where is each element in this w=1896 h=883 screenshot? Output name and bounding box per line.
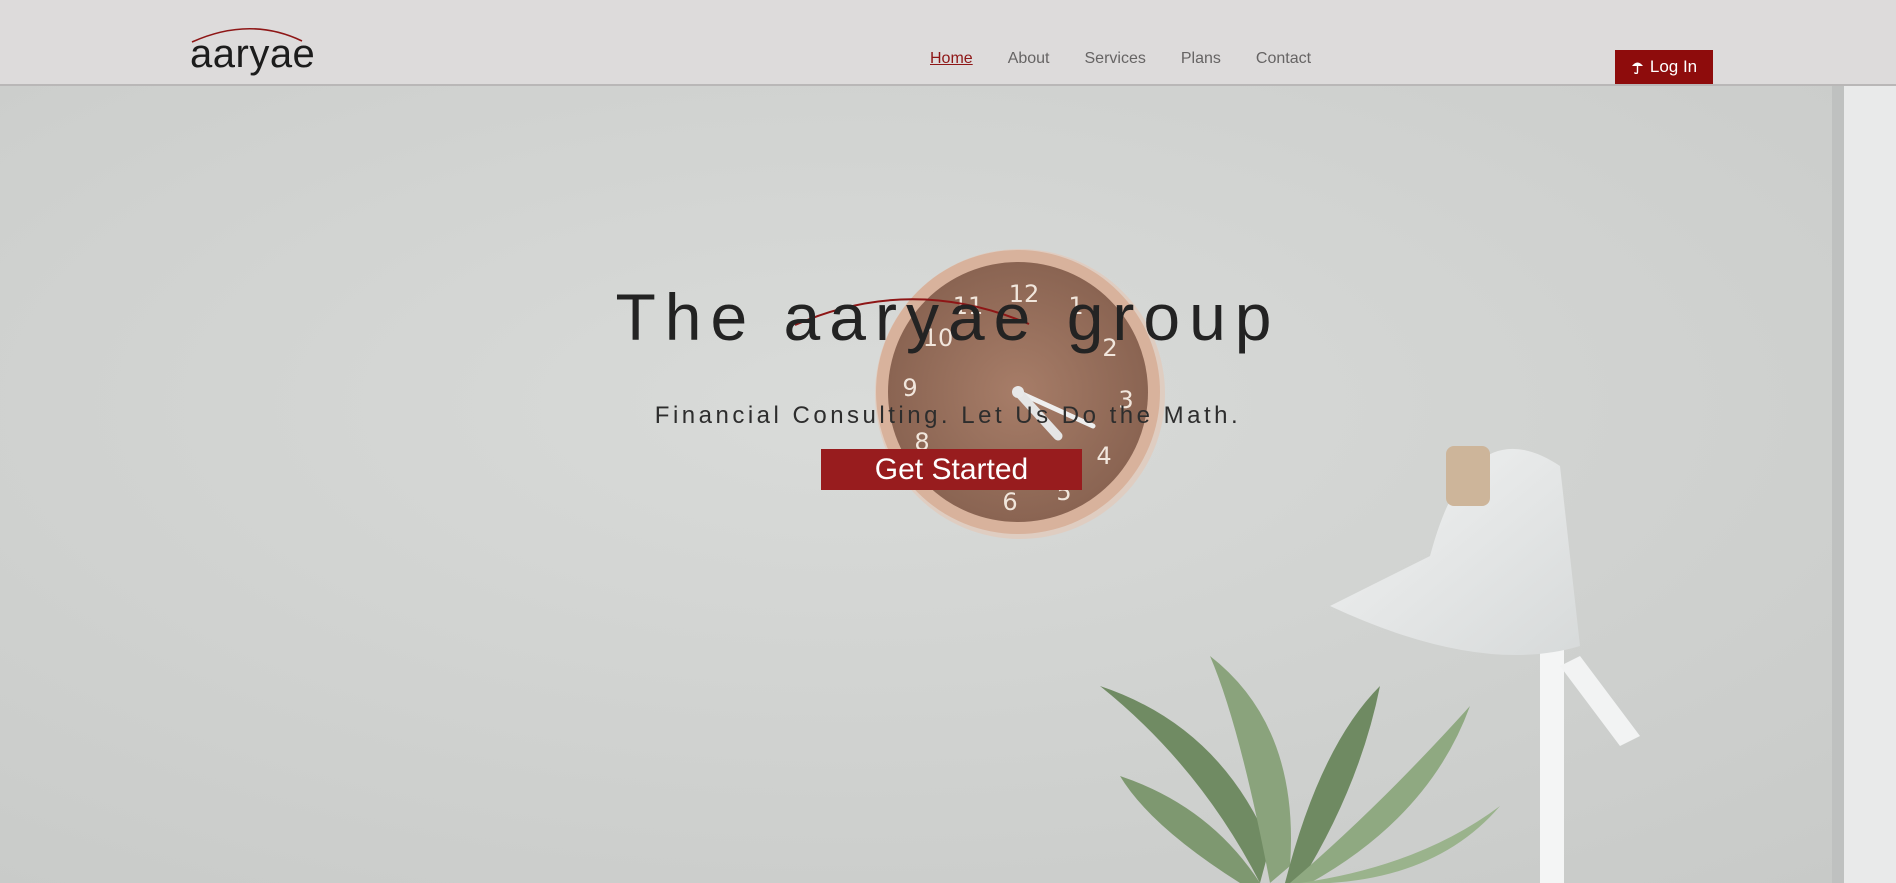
nav-home[interactable]: Home	[930, 50, 973, 68]
nav-contact[interactable]: Contact	[1256, 50, 1311, 68]
nav-about[interactable]: About	[1008, 50, 1050, 68]
get-started-button[interactable]: Get Started	[821, 449, 1082, 490]
main-nav: Home About Services Plans Contact	[930, 50, 1346, 68]
nav-services[interactable]: Services	[1085, 50, 1146, 68]
login-label: Log In	[1649, 57, 1698, 76]
nav-plans[interactable]: Plans	[1181, 50, 1221, 68]
svg-text:6: 6	[1002, 488, 1017, 516]
hero-subtitle: Financial Consulting. Let Us Do the Math…	[654, 402, 1242, 429]
svg-text:9: 9	[902, 374, 917, 402]
svg-text:4: 4	[1096, 442, 1111, 470]
login-button[interactable]: Log In	[1615, 50, 1713, 84]
hero-section: 12 1 2 3 4 5 6 8 9 10 11 The aaryae grou…	[0, 86, 1896, 883]
hero-title: The aaryae group	[615, 280, 1281, 354]
site-header: aaryae Home About Services Plans Contact…	[0, 0, 1896, 86]
umbrella-icon	[1631, 62, 1643, 74]
logo-text: aaryae	[190, 32, 316, 76]
logo[interactable]: aaryae	[190, 24, 315, 84]
